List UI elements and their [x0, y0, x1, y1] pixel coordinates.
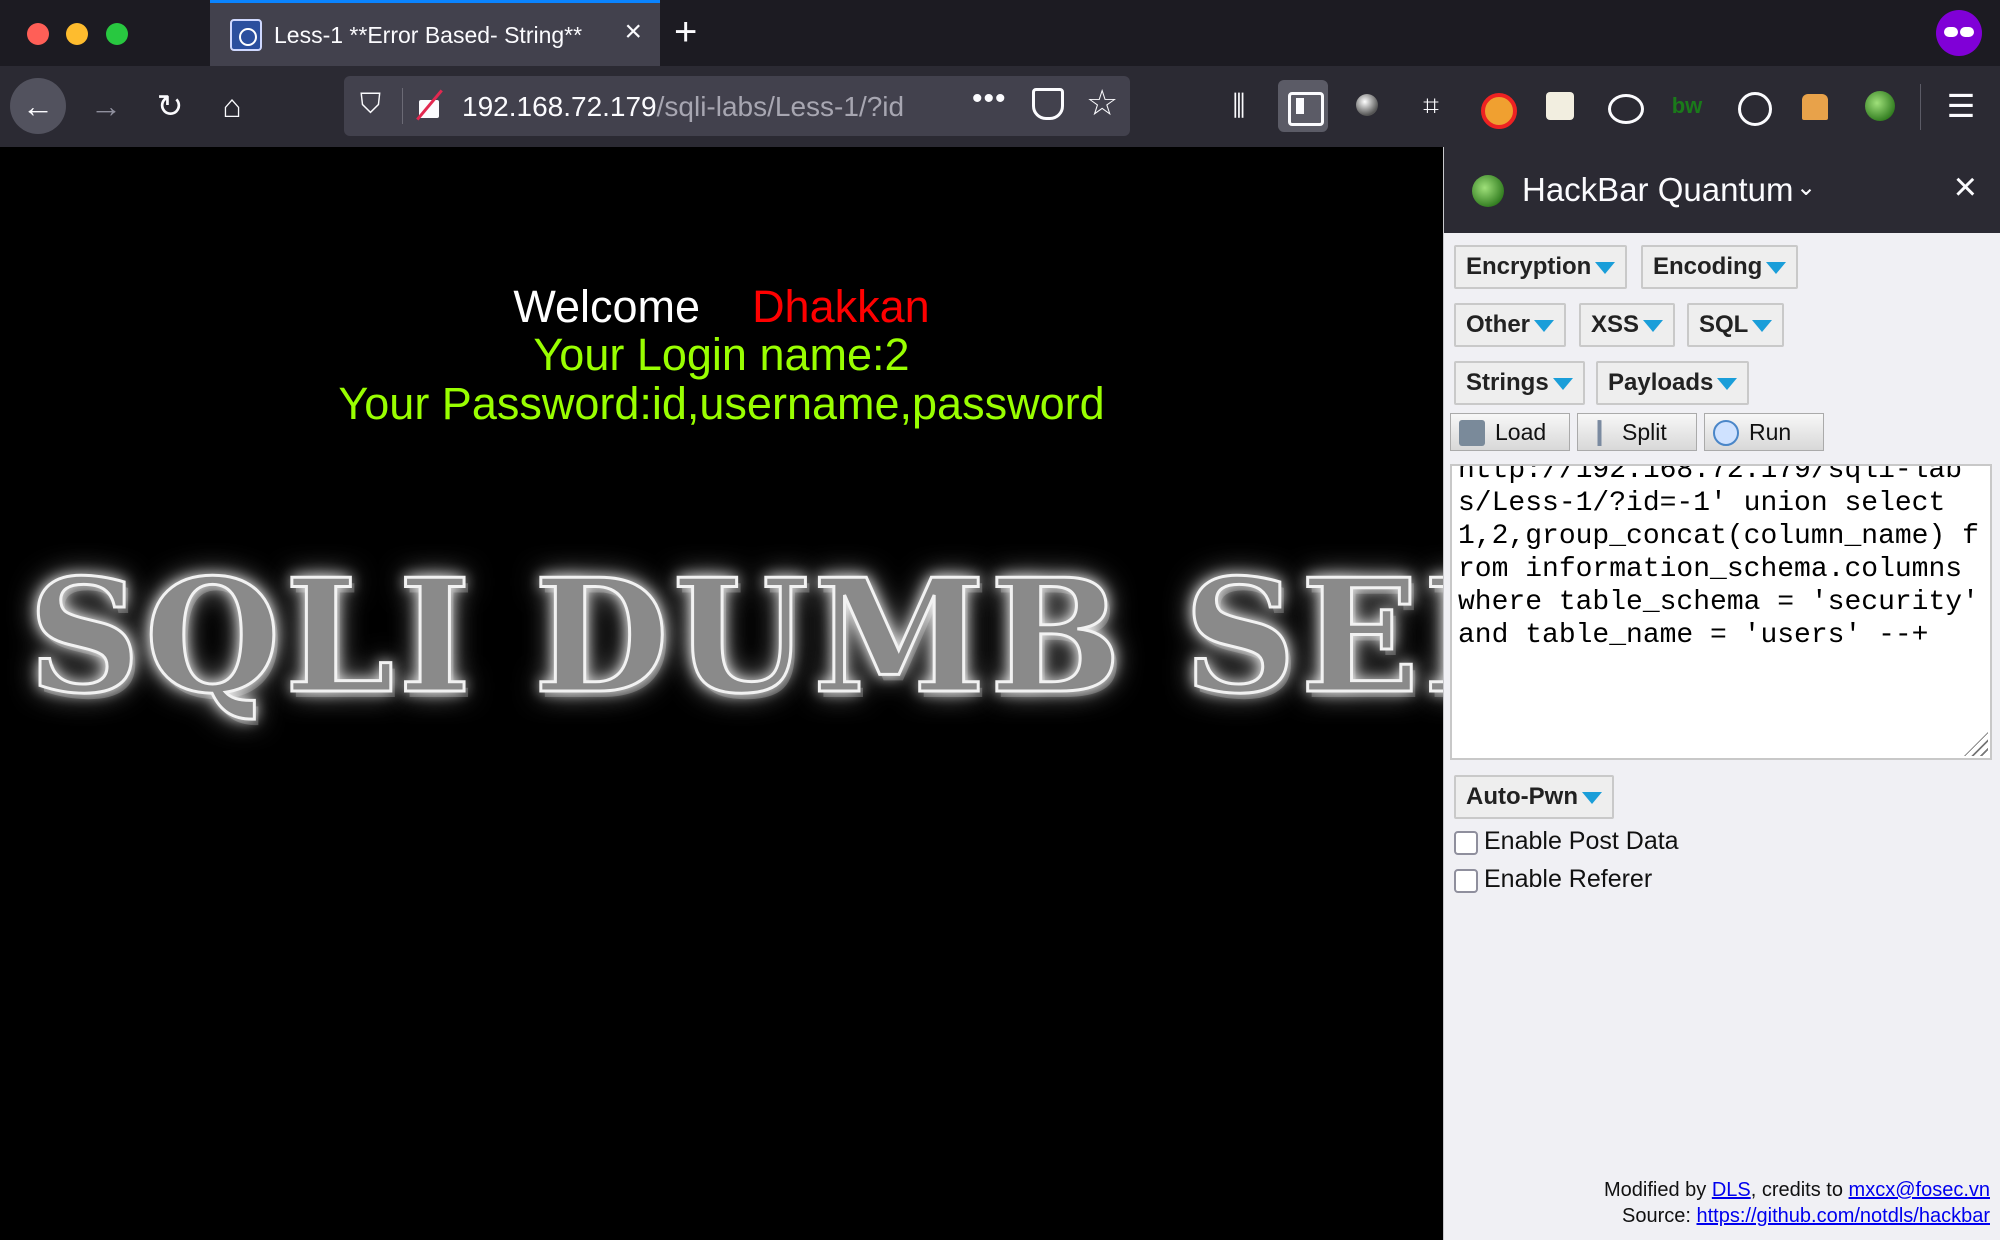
hackbar-extension-icon[interactable]: [1854, 80, 1904, 132]
url-textarea-content: http://192.168.72.179/sqli-labs/Less-1/?…: [1458, 464, 1979, 651]
pocket-icon[interactable]: [1032, 88, 1064, 120]
load-icon: [1459, 420, 1485, 446]
source-line: Source: https://github.com/notdls/hackba…: [1604, 1203, 1990, 1229]
tab-close-icon[interactable]: ×: [624, 17, 642, 47]
extension-balls-icon[interactable]: [1342, 80, 1392, 132]
sql-label: SQL: [1699, 311, 1749, 338]
xss-menu-button[interactable]: XSS: [1579, 303, 1676, 347]
auto-pwn-menu-button[interactable]: Auto-Pwn: [1454, 775, 1614, 819]
user-agent-switcher-icon[interactable]: [1790, 80, 1840, 132]
split-url-button[interactable]: Split: [1577, 413, 1697, 451]
insecure-lock-icon[interactable]: [416, 88, 442, 120]
dropdown-arrow-icon: [1766, 261, 1787, 274]
builtwith-icon[interactable]: bw: [1662, 80, 1712, 132]
new-tab-button[interactable]: +: [674, 10, 697, 54]
dropdown-arrow-icon: [1717, 377, 1738, 390]
password-text: Your Password:id,username,password: [338, 378, 1105, 429]
enable-referer-label[interactable]: Enable Referer: [1484, 865, 1652, 894]
sidebar-footer: Modified by DLS, credits to mxcx@fosec.v…: [1604, 1177, 1990, 1229]
hamburger-menu-icon[interactable]: ☰: [1936, 80, 1986, 132]
xss-label: XSS: [1591, 311, 1640, 338]
login-name-text: Your Login name:2: [533, 329, 910, 380]
dropdown-arrow-icon: [1595, 261, 1616, 274]
welcome-name: Dhakkan: [752, 281, 930, 332]
sidebar-title[interactable]: HackBar Quantum: [1522, 171, 1793, 209]
url-bar[interactable]: ⛉ 192.168.72.179/sqli-labs/Less-1/?id ••…: [344, 76, 1130, 136]
sidebar-toggle-icon[interactable]: [1278, 80, 1328, 132]
load-url-button[interactable]: Load: [1450, 413, 1570, 451]
forward-button[interactable]: →: [78, 78, 134, 134]
source-link[interactable]: https://github.com/notdls/hackbar: [1697, 1205, 1991, 1227]
extension-blocker-icon[interactable]: [1470, 80, 1520, 132]
url-textarea[interactable]: http://192.168.72.179/sqli-labs/Less-1/?…: [1450, 464, 1992, 760]
active-tab[interactable]: Less-1 **Error Based- String** ×: [210, 0, 660, 66]
sidebar-header: HackBar Quantum ⌄ ×: [1444, 147, 2000, 233]
auto-pwn-label: Auto-Pwn: [1466, 783, 1578, 810]
url-text[interactable]: 192.168.72.179/sqli-labs/Less-1/?id: [462, 91, 912, 123]
run-label: Run: [1749, 419, 1792, 445]
welcome-text: Welcome: [513, 281, 701, 332]
encoding-label: Encoding: [1653, 253, 1763, 280]
url-host: 192.168.72.179: [462, 91, 657, 122]
extension-snail-icon[interactable]: [1598, 80, 1648, 132]
encoding-menu-button[interactable]: Encoding: [1641, 245, 1799, 289]
page-actions-icon[interactable]: •••: [972, 82, 1007, 116]
library-icon[interactable]: ⫼: [1214, 80, 1264, 132]
split-icon: [1586, 420, 1612, 446]
tab-favicon-icon: [230, 19, 262, 51]
encryption-menu-button[interactable]: Encryption: [1454, 245, 1628, 289]
back-button[interactable]: ←: [10, 78, 66, 134]
zoom-window-button[interactable]: [106, 23, 128, 45]
dropdown-arrow-icon: [1534, 319, 1555, 332]
other-menu-button[interactable]: Other: [1454, 303, 1567, 347]
toolbar-separator: [1920, 84, 1921, 130]
tab-strip: Less-1 **Error Based- String** × +: [0, 0, 2000, 66]
source-label: Source:: [1622, 1205, 1691, 1227]
credits-to-text: , credits to: [1750, 1179, 1843, 1201]
dropdown-arrow-icon: [1643, 319, 1664, 332]
strings-label: Strings: [1466, 369, 1549, 396]
account-icon[interactable]: [1726, 80, 1776, 132]
sql-menu-button[interactable]: SQL: [1687, 303, 1785, 347]
payloads-menu-button[interactable]: Payloads: [1596, 361, 1750, 405]
welcome-line: Welcome Dhakkan: [0, 281, 1443, 333]
other-label: Other: [1466, 311, 1531, 338]
enable-post-data-label[interactable]: Enable Post Data: [1484, 827, 1679, 856]
close-window-button[interactable]: [27, 23, 49, 45]
split-label: Split: [1622, 419, 1667, 445]
tab-title: Less-1 **Error Based- String**: [274, 22, 583, 48]
bookmark-star-icon[interactable]: ☆: [1086, 82, 1118, 124]
tracking-shield-icon[interactable]: ⛉: [360, 88, 381, 121]
credits-line: Modified by DLS, credits to mxcx@fosec.v…: [1604, 1177, 1990, 1203]
sqli-dumb-series-banner: SQLI DUMB SERIES: [26, 544, 1443, 730]
chevron-down-icon[interactable]: ⌄: [1796, 173, 1816, 202]
payloads-label: Payloads: [1608, 369, 1714, 396]
cookie-editor-icon[interactable]: [1534, 80, 1584, 132]
load-label: Load: [1495, 419, 1547, 445]
home-button[interactable]: ⌂: [204, 78, 260, 134]
dls-link[interactable]: DLS: [1712, 1179, 1751, 1201]
run-button[interactable]: Run: [1704, 413, 1824, 451]
dropdown-arrow-icon: [1552, 377, 1573, 390]
run-icon: [1713, 420, 1739, 446]
enable-post-data-checkbox[interactable]: [1454, 831, 1478, 855]
hackbar-logo-icon: [1472, 175, 1504, 207]
page-content: Welcome Dhakkan Your Login name:2 Your Pa…: [0, 147, 1443, 1240]
dropdown-arrow-icon: [1752, 319, 1773, 332]
close-sidebar-icon[interactable]: ×: [1954, 165, 1977, 210]
minimize-window-button[interactable]: [66, 23, 88, 45]
reload-button[interactable]: ↻: [142, 78, 198, 134]
modified-by-text: Modified by: [1603, 1179, 1707, 1201]
strings-menu-button[interactable]: Strings: [1454, 361, 1585, 405]
hackbar-sidebar: HackBar Quantum ⌄ × Encryption Encoding …: [1443, 147, 2000, 1240]
credit-email-link[interactable]: mxcx@fosec.vn: [1849, 1179, 1990, 1201]
encryption-label: Encryption: [1466, 253, 1592, 280]
screenshot-crop-icon[interactable]: ⌗: [1406, 80, 1456, 132]
dropdown-arrow-icon: [1581, 791, 1602, 804]
enable-referer-checkbox[interactable]: [1454, 869, 1478, 893]
url-path: /sqli-labs/Less-1/?id: [656, 91, 905, 122]
url-separator: [402, 88, 403, 124]
navigation-toolbar: ← → ↻ ⌂ ⛉ 192.168.72.179/sqli-labs/Less-…: [0, 66, 2000, 147]
private-browsing-icon: [1936, 10, 1982, 56]
